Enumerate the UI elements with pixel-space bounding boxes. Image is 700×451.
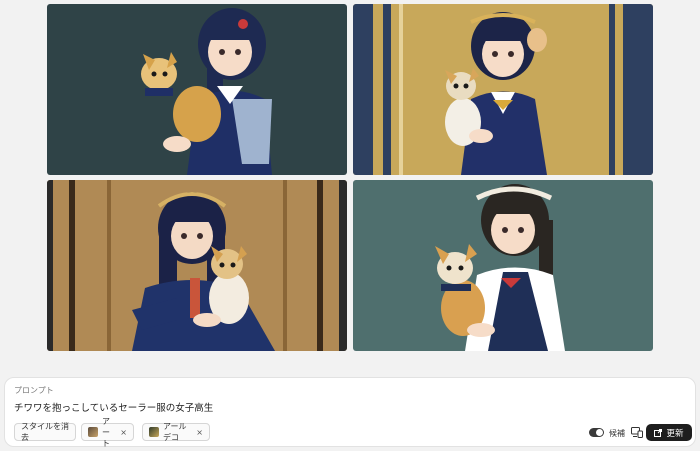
generated-image-2[interactable] (353, 4, 653, 175)
remove-chip-icon[interactable]: × (196, 428, 203, 437)
style-thumbnail-art (88, 427, 98, 437)
remove-chip-icon[interactable]: × (120, 428, 127, 437)
prompt-label: プロンプト (14, 386, 54, 395)
device-icon[interactable] (631, 427, 643, 438)
generated-image-4[interactable] (353, 180, 653, 351)
clear-style-label: スタイルを消去 (21, 422, 69, 442)
refresh-button[interactable]: 更新 (646, 424, 692, 441)
style-chip-label: アールデコ (163, 422, 187, 442)
style-chip-label: アート (102, 416, 110, 448)
refresh-label: 更新 (666, 428, 684, 439)
clear-style-button[interactable]: スタイルを消去 (14, 422, 76, 442)
candidates-label: 候補 (609, 429, 625, 438)
style-chip-art-deco[interactable]: アールデコ × (142, 422, 210, 442)
prompt-input[interactable]: チワワを抱っこしているセーラー服の女子高生 (14, 400, 514, 414)
refresh-icon (654, 428, 663, 437)
style-chip-art[interactable]: アート × (81, 417, 134, 448)
generated-image-1[interactable] (47, 4, 347, 175)
candidates-toggle[interactable] (589, 428, 604, 437)
prompt-panel: プロンプト チワワを抱っこしているセーラー服の女子高生 スタイルを消去 アート … (4, 377, 696, 448)
style-thumbnail-art-deco (149, 427, 159, 437)
image-grid (0, 0, 700, 360)
generated-image-3[interactable] (47, 180, 347, 351)
